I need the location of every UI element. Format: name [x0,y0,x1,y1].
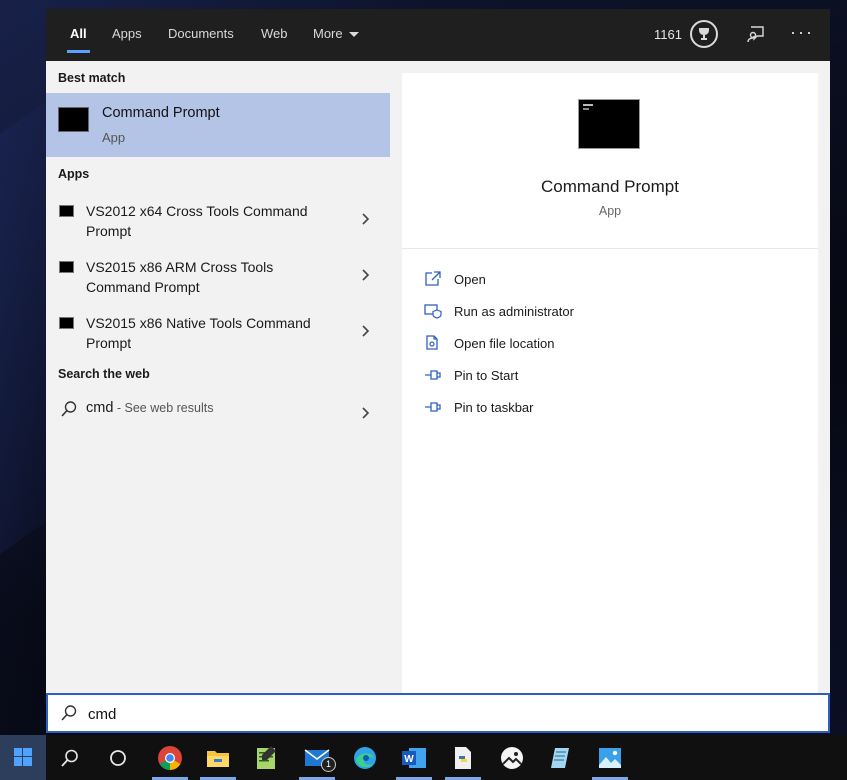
taskbar-app-photos[interactable] [586,735,634,780]
word-icon: W [402,747,426,768]
open-icon [425,271,441,286]
tab-more-label: More [313,26,343,41]
cortana-button[interactable] [94,735,142,780]
search-topbar: All Apps Documents Web More 1161 ··· [46,9,830,61]
apps-header: Apps [58,167,90,181]
chevron-right-icon[interactable] [362,407,370,419]
taskbar-search-button[interactable] [46,735,94,780]
pin-icon [425,370,441,380]
chevron-right-icon[interactable] [362,325,370,337]
search-window: All Apps Documents Web More 1161 ··· Bes… [46,9,830,733]
web-hint: - See web results [113,401,214,415]
search-icon [61,705,77,721]
best-match-title: Command Prompt [102,105,220,121]
cortana-icon [110,749,126,766]
action-label: Run as administrator [454,304,574,319]
best-match-item[interactable]: Command Prompt App [46,93,390,157]
taskbar-app-file-explorer[interactable] [194,735,242,780]
taskbar-app-photos-app[interactable] [488,735,536,780]
list-item[interactable]: VS2015 x86 Native Tools Command Prompt [46,309,390,361]
tab-web[interactable]: Web [261,9,288,61]
notification-badge: 1 [321,757,336,772]
chevron-down-icon [348,32,359,38]
python-file-icon [455,746,471,769]
open-file-location-action[interactable]: Open file location [424,333,784,355]
taskbar-app-python[interactable] [439,735,487,780]
feedback-icon[interactable] [746,24,766,49]
tab-documents[interactable]: Documents [168,9,234,61]
results-list: Best match Command Prompt App Apps VS201… [46,61,390,693]
command-prompt-icon [59,261,74,273]
chevron-right-icon[interactable] [362,213,370,225]
action-label: Pin to Start [454,368,519,383]
cloud-app-icon [501,746,523,769]
list-item[interactable]: VS2012 x64 Cross Tools Command Prompt [46,197,390,249]
chevron-right-icon[interactable] [362,269,370,281]
app-item-label: VS2012 x64 Cross Tools Command Prompt [86,203,308,239]
search-input[interactable] [86,703,790,725]
taskbar-app-edge[interactable] [341,735,389,780]
taskbar-app-mail[interactable]: 1 [293,735,341,780]
open-action[interactable]: Open [424,269,784,291]
pin-to-start-action[interactable]: Pin to Start [424,365,784,387]
rewards-points[interactable]: 1161 [654,9,682,61]
app-item-label: VS2015 x86 Native Tools Command Prompt [86,315,311,351]
pin-icon [425,402,441,412]
search-icon [61,401,77,417]
divider [402,248,818,249]
command-prompt-icon [59,317,74,329]
action-label: Open file location [454,336,555,351]
trophy-icon[interactable] [690,20,718,48]
run-as-admin-action[interactable]: Run as administrator [424,301,784,323]
pin-to-taskbar-action[interactable]: Pin to taskbar [424,397,784,419]
details-title: Command Prompt [541,177,679,196]
tab-more[interactable]: More [313,9,359,61]
web-query: cmd [86,400,114,416]
photos-icon [599,747,621,768]
details-subtitle: App [598,204,622,218]
web-search-item[interactable]: cmd - See web results [46,397,390,433]
search-web-header: Search the web [58,367,150,381]
search-box [46,693,830,733]
command-prompt-icon [58,107,89,132]
notepad-icon [551,747,569,768]
notepad-plus-icon [257,745,276,769]
search-icon [61,749,78,767]
best-match-subtitle: App [102,130,126,145]
tab-apps[interactable]: Apps [112,9,142,61]
list-item[interactable]: VS2015 x86 ARM Cross Tools Command Promp… [46,253,390,305]
action-label: Open [454,272,486,287]
more-options-icon[interactable]: ··· [790,23,814,41]
taskbar-app-notepad[interactable] [537,735,585,780]
taskbar-app-word[interactable]: W [390,735,438,780]
taskbar: 1 W [0,735,847,780]
windows-logo-icon [14,748,32,766]
folder-icon [207,750,229,767]
shield-icon [424,304,442,319]
taskbar-app-chrome[interactable] [146,735,194,780]
command-prompt-icon [578,99,640,149]
file-location-icon [426,335,438,350]
command-prompt-icon [59,205,74,217]
app-item-label: VS2015 x86 ARM Cross Tools Command Promp… [86,259,274,295]
action-label: Pin to taskbar [454,400,534,415]
tab-all[interactable]: All [67,9,90,61]
chrome-icon [158,745,182,770]
start-button[interactable] [0,735,46,780]
details-pane: Command Prompt App Open Run as administr… [402,73,818,693]
web-search-text: cmd - See web results [86,400,213,416]
svg-text:W: W [404,754,414,765]
taskbar-app-notepad-plus[interactable] [242,735,290,780]
best-match-header: Best match [58,71,126,85]
edge-icon [354,746,376,769]
